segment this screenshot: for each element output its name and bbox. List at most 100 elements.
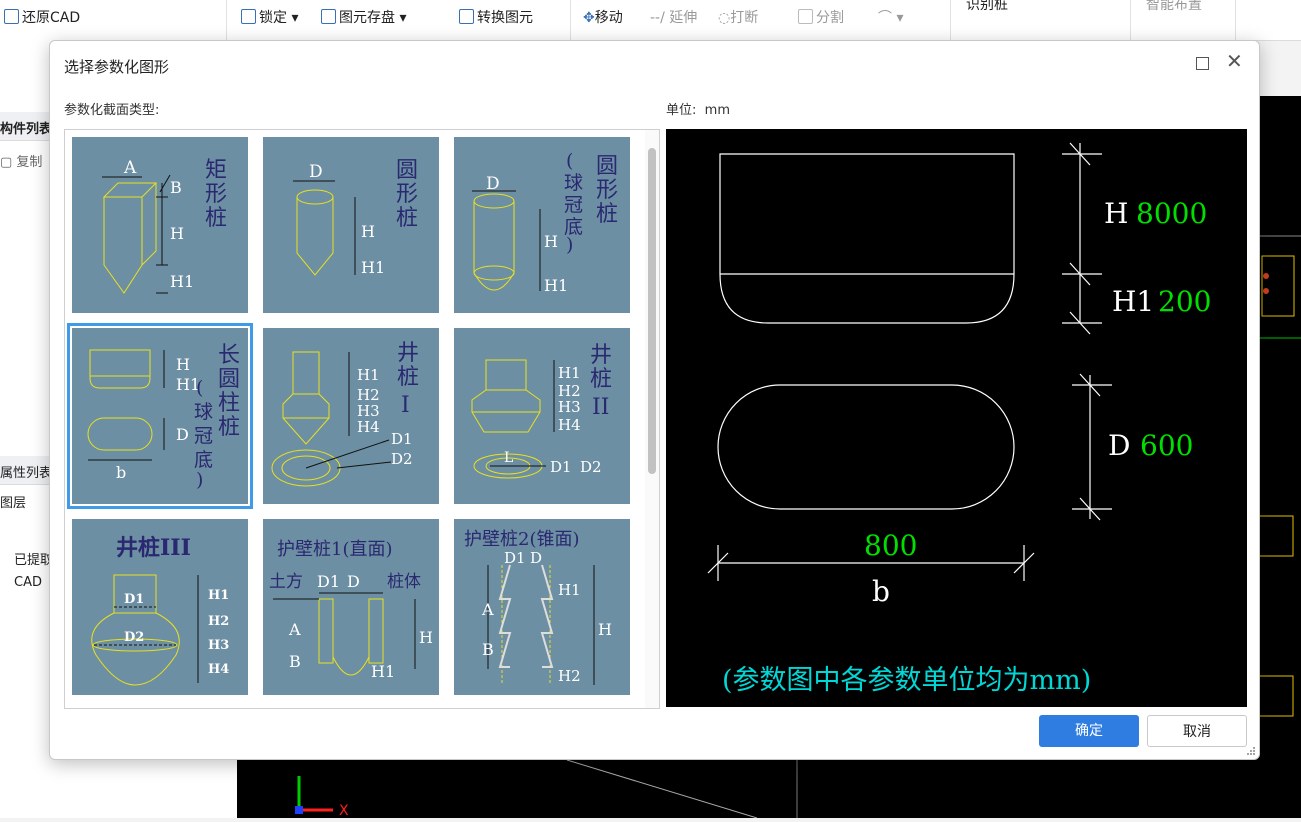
- circular-pile-spherical-diagram: D H H1 圆 形 桩 ( 球 冠 底 ): [472, 150, 618, 295]
- cancel-button[interactable]: 取消: [1147, 715, 1247, 747]
- ok-button[interactable]: 确定: [1039, 715, 1139, 747]
- preview-diagram: H 8000 H1 200 D 600 800 b (参数图中各参数单位均为mm…: [707, 142, 1211, 696]
- label-h2: H2: [208, 614, 229, 629]
- move-button[interactable]: ✥移动: [583, 7, 623, 27]
- arc-icon: ⌒ ▾: [878, 10, 904, 26]
- label-d: D: [486, 174, 500, 194]
- tile-caption: 井: [590, 343, 612, 368]
- label-a: A: [288, 620, 301, 639]
- close-icon[interactable]: ✕: [1226, 51, 1243, 71]
- tile-caption: 矩: [205, 158, 227, 183]
- label-h1: H1: [558, 581, 581, 599]
- save-element-button[interactable]: 图元存盘 ▾: [321, 7, 406, 27]
- shape-preview: H 8000 H1 200 D 600 800 b (参数图中各参数单位均为mm…: [666, 129, 1247, 707]
- label-h1: H1: [371, 662, 395, 681]
- tile-caption: 桩: [205, 206, 227, 231]
- label-d2: D2: [580, 458, 602, 476]
- label-h: H: [544, 232, 558, 251]
- tile-retaining-pile-2[interactable]: 护壁桩2(锥面) D1 D A B H1 H H2: [454, 519, 630, 695]
- tile-caption: 底: [194, 449, 213, 471]
- layer-tab[interactable]: 图层: [0, 492, 26, 511]
- tile-caption: (: [566, 150, 573, 172]
- split-icon: [798, 9, 813, 24]
- tile-caption: 护壁桩2(锥面): [464, 529, 580, 550]
- tile-caption: 桩: [218, 415, 240, 440]
- tile-oblong-pile-spherical-bottom[interactable]: H H1 D b 长 圆 柱 桩 ( 球 冠 底 ): [67, 323, 253, 509]
- shape-gallery[interactable]: A B H H1 矩 形 桩 D H H1 圆 形 桩 D H H1 圆 形 桩…: [64, 129, 660, 709]
- main-toolbar: 还原CAD 锁定 ▾ 图元存盘 ▾ 转换图元 ✥移动 --/ 延伸 ◌打断 分割…: [0, 0, 1301, 41]
- label-h4: H4: [357, 418, 380, 436]
- label-a: A: [123, 158, 137, 178]
- tile-caption: 圆: [396, 158, 418, 183]
- move-icon: ✥: [583, 10, 595, 26]
- label-h: H: [361, 222, 375, 241]
- label-h2: H2: [558, 667, 581, 685]
- label-earthwork: 土方: [269, 572, 303, 592]
- maximize-icon[interactable]: [1196, 57, 1209, 70]
- extend-button[interactable]: --/ 延伸: [650, 7, 697, 27]
- rectangular-pile-diagram: A B H H1 矩 形 桩: [102, 158, 227, 294]
- unit-label: 单位: mm: [666, 103, 730, 118]
- label-h4: H4: [208, 662, 229, 677]
- well-pile-2-diagram: H1 H2 H3 H4 L D1 D2 井 桩 II: [471, 343, 612, 479]
- copy-button[interactable]: ▢ 复制: [0, 151, 42, 170]
- extend-icon: --/: [650, 10, 665, 26]
- gallery-scrollbar[interactable]: [645, 130, 659, 708]
- preview-label-h: H: [1104, 197, 1128, 230]
- label-h1: H1: [357, 366, 380, 384]
- label-h1: H1: [558, 364, 581, 382]
- label-b: B: [482, 640, 494, 659]
- tile-rectangular-pile[interactable]: A B H H1 矩 形 桩: [72, 137, 248, 313]
- tile-caption: 形: [396, 182, 418, 207]
- label-pile-body: 桩体: [387, 572, 421, 592]
- tile-caption: 桩: [596, 202, 618, 227]
- tile-caption: 桩: [397, 365, 419, 390]
- tile-circular-pile-spherical-bottom[interactable]: D H H1 圆 形 桩 ( 球 冠 底 ): [454, 137, 630, 313]
- retaining-pile-1-diagram: 护壁桩1(直面) 土方 D1 D 桩体 A B H H1: [269, 539, 433, 681]
- tile-caption: 冠: [194, 425, 213, 447]
- identify-pile-button[interactable]: 识别桩: [966, 0, 1008, 14]
- tile-circular-pile[interactable]: D H H1 圆 形 桩: [263, 137, 439, 313]
- well-pile-1-diagram: H1 H2 H3 H4 D1 D2 井 桩 I: [271, 341, 419, 487]
- resize-grip-icon[interactable]: [1246, 746, 1256, 756]
- label-d1: D1: [550, 458, 572, 476]
- tile-caption: 球: [564, 172, 583, 194]
- scrollbar-thumb[interactable]: [648, 148, 656, 474]
- convert-icon: [459, 9, 474, 24]
- tile-caption: 圆: [218, 367, 240, 392]
- restore-cad-icon: [4, 9, 19, 24]
- tile-caption: ): [566, 234, 573, 256]
- split-button[interactable]: 分割: [798, 7, 844, 27]
- preview-unit-note: (参数图中各参数单位均为mm): [722, 665, 1091, 696]
- break-button[interactable]: ◌打断: [718, 7, 758, 27]
- preview-value-d: 600: [1140, 429, 1193, 462]
- break-icon: ◌: [718, 10, 731, 26]
- arc-button[interactable]: ⌒ ▾: [878, 7, 903, 27]
- tile-well-pile-2[interactable]: H1 H2 H3 H4 L D1 D2 井 桩 II: [454, 328, 630, 504]
- label-a: A: [481, 600, 494, 619]
- preview-label-d: D: [1108, 429, 1130, 462]
- convert-element-button[interactable]: 转换图元: [459, 7, 533, 27]
- cad-canvas-bottom[interactable]: X: [237, 759, 1301, 819]
- label-h1: H1: [170, 272, 194, 291]
- tile-well-pile-1[interactable]: H1 H2 H3 H4 D1 D2 井 桩 I: [263, 328, 439, 504]
- section-type-label: 参数化截面类型:: [64, 103, 160, 118]
- tile-well-pile-3[interactable]: 井桩III D1 D2 H1 H2 H3 H4: [72, 519, 248, 695]
- tile-caption: 柱: [218, 391, 240, 416]
- label-h: H: [419, 628, 433, 647]
- tile-retaining-pile-1[interactable]: 护壁桩1(直面) 土方 D1 D 桩体 A B H H1: [263, 519, 439, 695]
- label-b: B: [289, 652, 301, 671]
- smart-layout-button[interactable]: 智能布置: [1146, 0, 1202, 14]
- label-l: L: [504, 450, 513, 466]
- label-h3: H3: [558, 398, 581, 416]
- tile-caption: 球: [194, 401, 213, 423]
- tile-caption: 形: [596, 178, 618, 203]
- restore-cad-button[interactable]: 还原CAD: [4, 7, 80, 27]
- label-d: D: [309, 162, 323, 182]
- circular-pile-diagram: D H H1 圆 形 桩: [293, 158, 418, 277]
- tile-caption: 圆: [596, 154, 618, 179]
- label-h4: H4: [558, 416, 581, 434]
- lock-button[interactable]: 锁定 ▾: [241, 7, 298, 27]
- label-d1: D1: [391, 430, 413, 448]
- well-pile-3-diagram: 井桩III D1 D2 H1 H2 H3 H4: [91, 535, 229, 686]
